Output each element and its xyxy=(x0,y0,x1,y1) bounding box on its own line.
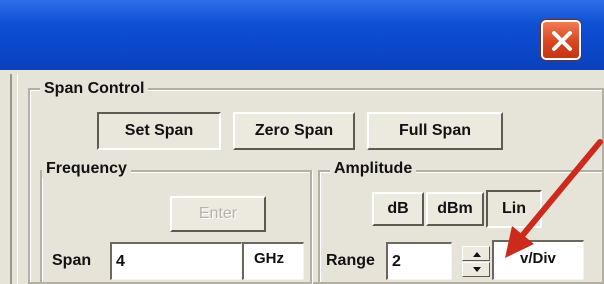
red-arrow-annotation xyxy=(505,139,603,258)
